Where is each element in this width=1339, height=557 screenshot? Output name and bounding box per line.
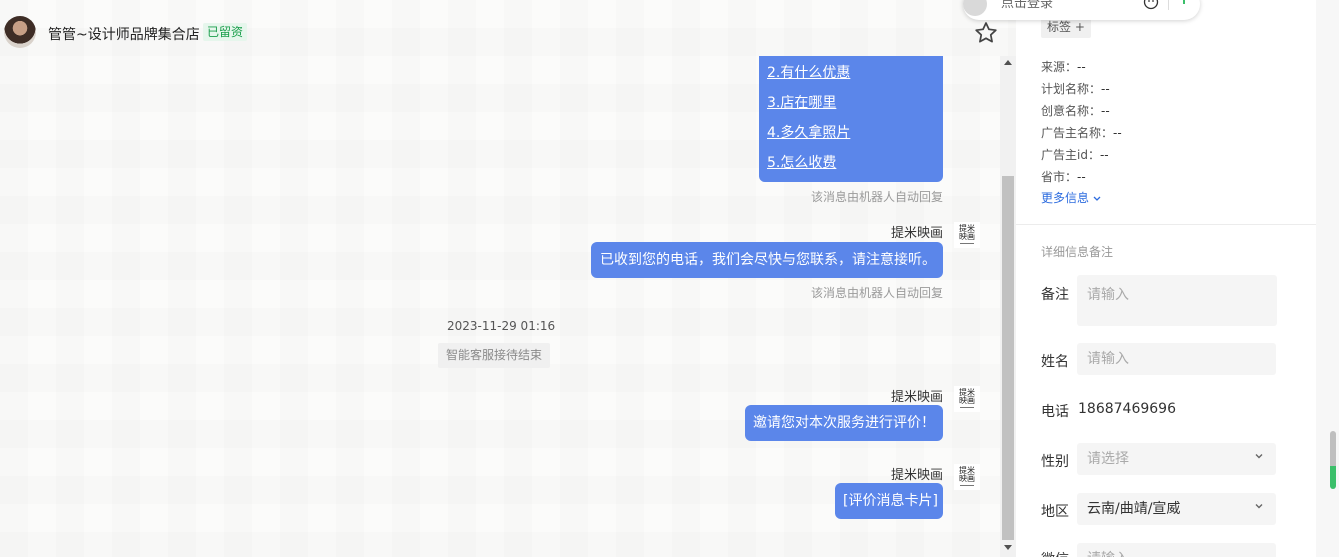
quick-question-bubble: 2.有什么优惠 3.店在哪里 4.多久拿照片 5.怎么收费 xyxy=(759,56,943,182)
sender-name: 提米映画 xyxy=(890,390,943,405)
meta-advertiser-id: 广告主id：-- xyxy=(1041,146,1109,163)
meta-value: -- xyxy=(1077,60,1086,74)
meta-plan-name: 计划名称：-- xyxy=(1041,80,1110,97)
meta-label: 省市： xyxy=(1041,170,1078,184)
meta-province-city: 省市：-- xyxy=(1041,168,1086,185)
agent-avatar: 提米 映画 xyxy=(954,386,980,412)
meta-value: -- xyxy=(1101,82,1110,96)
status-badge: 已留资 xyxy=(203,23,248,41)
meta-creative-name: 创意名称：-- xyxy=(1041,102,1110,119)
meta-label: 来源： xyxy=(1041,60,1078,74)
meta-source: 来源：-- xyxy=(1041,58,1086,75)
message-timestamp: 2023-11-29 01:16 xyxy=(447,319,556,333)
region-select[interactable]: 云南/曲靖/宣威 xyxy=(1077,493,1276,525)
name-input[interactable] xyxy=(1077,343,1276,375)
gender-label: 性别 xyxy=(1041,454,1069,470)
phone-value: 18687469696 xyxy=(1078,401,1176,417)
customer-info-panel: 标签 + 来源：-- 计划名称：-- 创意名称：-- 广告主名称：-- 广告主i… xyxy=(1016,0,1316,557)
star-icon[interactable] xyxy=(973,20,999,46)
quick-question-link[interactable]: 5.怎么收费 xyxy=(767,152,935,182)
login-link[interactable]: 点击登录 xyxy=(1001,0,1053,11)
section-title: 详细信息备注 xyxy=(1041,245,1114,259)
page-scrollbar[interactable] xyxy=(1316,0,1339,557)
meta-value: -- xyxy=(1101,104,1110,118)
agent-avatar-text: 映画 xyxy=(959,474,975,483)
gender-select[interactable]: 请选择 xyxy=(1077,443,1276,475)
chat-scrollbar[interactable] xyxy=(1000,56,1016,557)
chat-panel: 管管~设计师品牌集合店 已留资 2.有什么优惠 3.店在哪里 4.多久拿照片 5… xyxy=(0,0,1016,557)
avatar[interactable] xyxy=(4,16,36,48)
meta-label: 创意名称： xyxy=(1041,104,1102,118)
agent-avatar-text: 映画 xyxy=(959,232,975,241)
agent-avatar-text: 映画 xyxy=(959,396,975,405)
message-bubble: 已收到您的电话，我们会尽快与您联系，请注意接听。 xyxy=(591,242,943,278)
session-end-notice: 智能客服接待结束 xyxy=(438,343,550,368)
sender-name: 提米映画 xyxy=(890,226,943,241)
message-bubble: 邀请您对本次服务进行评价！ xyxy=(745,405,943,441)
scrollbar-thumb[interactable] xyxy=(1002,176,1014,540)
page-scrollbar-thumb[interactable] xyxy=(1330,431,1336,489)
scroll-down-arrow-icon[interactable] xyxy=(1004,545,1012,550)
rating-card-bubble[interactable]: [评价消息卡片] xyxy=(835,483,943,519)
chevron-down-icon xyxy=(1255,454,1263,459)
customer-name: 管管~设计师品牌集合店 xyxy=(48,27,200,43)
gender-select-value: 请选择 xyxy=(1087,451,1129,467)
meta-label: 广告主id： xyxy=(1041,148,1100,162)
more-info-toggle[interactable]: 更多信息 xyxy=(1041,189,1101,206)
remark-label: 备注 xyxy=(1041,287,1069,303)
meta-value: -- xyxy=(1077,170,1086,184)
remark-input[interactable] xyxy=(1077,275,1277,326)
quick-question-link[interactable]: 4.多久拿照片 xyxy=(767,122,935,152)
phone-icon xyxy=(963,0,987,16)
robot-reply-note: 该消息由机器人自动回复 xyxy=(810,190,943,204)
chevron-down-icon xyxy=(1093,196,1101,201)
region-label: 地区 xyxy=(1041,504,1069,520)
more-info-label: 更多信息 xyxy=(1041,191,1090,205)
wechat-input[interactable] xyxy=(1077,543,1276,557)
chevron-down-icon xyxy=(1255,504,1263,509)
meta-value: -- xyxy=(1099,148,1109,162)
wechat-label: 微信 xyxy=(1041,549,1069,557)
smiley-icon[interactable] xyxy=(1143,0,1159,10)
phone-label: 电话 xyxy=(1041,404,1069,420)
robot-reply-note: 该消息由机器人自动回复 xyxy=(810,286,943,300)
chat-header: 管管~设计师品牌集合店 已留资 xyxy=(0,0,1000,62)
sender-name: 提米映画 xyxy=(890,468,943,483)
meta-advertiser-name: 广告主名称：-- xyxy=(1041,124,1122,141)
quick-question-link[interactable]: 2.有什么优惠 xyxy=(767,62,935,92)
region-select-value: 云南/曲靖/宣威 xyxy=(1087,501,1181,517)
add-tag-button[interactable]: 标签 + xyxy=(1041,17,1091,38)
login-widget[interactable]: 点击登录 xyxy=(963,0,1200,20)
scroll-up-arrow-icon[interactable] xyxy=(1004,60,1012,65)
meta-label: 计划名称： xyxy=(1041,82,1102,96)
divider xyxy=(1016,224,1316,225)
plus-icon[interactable] xyxy=(1177,0,1191,6)
quick-question-link[interactable]: 3.店在哪里 xyxy=(767,92,935,122)
name-label: 姓名 xyxy=(1041,354,1069,370)
meta-value: -- xyxy=(1113,126,1122,140)
meta-label: 广告主名称： xyxy=(1041,126,1114,140)
agent-avatar: 提米 映画 xyxy=(954,464,980,490)
agent-avatar: 提米 映画 xyxy=(954,222,980,248)
divider xyxy=(1168,0,1169,10)
